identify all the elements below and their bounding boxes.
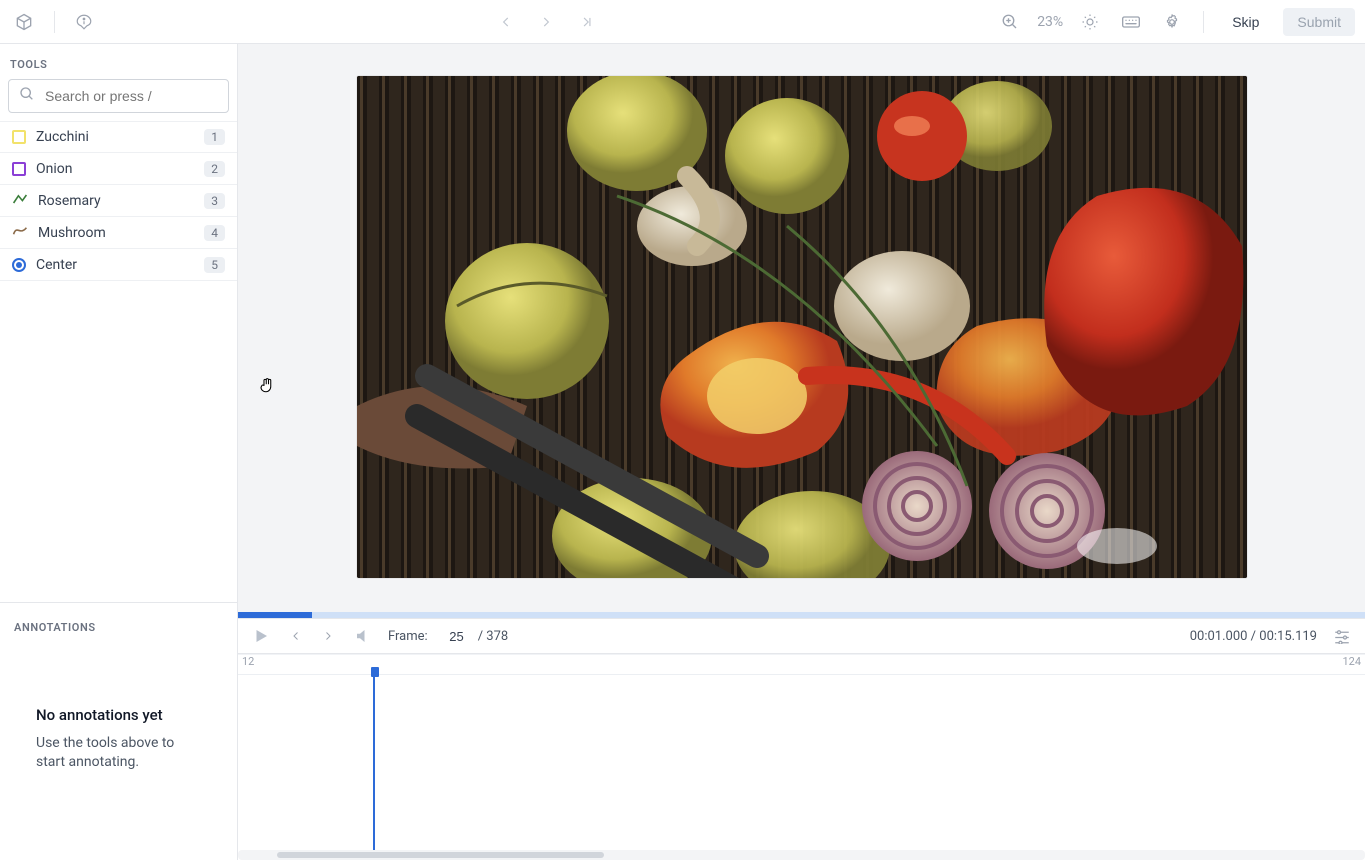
tools-section-label: TOOLS — [0, 44, 237, 79]
frame-input[interactable] — [440, 628, 466, 645]
tool-search[interactable] — [8, 79, 229, 113]
tool-item-onion[interactable]: Onion 2 — [0, 153, 237, 185]
playback-controls: Frame: / 378 00:01.000 / 00:15.119 — [238, 618, 1365, 654]
frame-label: Frame: — [388, 629, 428, 644]
timeline-settings-icon[interactable] — [1329, 624, 1355, 648]
global-progress[interactable] — [238, 612, 1365, 618]
tool-label: Center — [36, 257, 77, 273]
volume-icon[interactable] — [350, 623, 376, 649]
tool-hotkey: 3 — [204, 193, 225, 209]
brightness-icon[interactable] — [1077, 9, 1103, 35]
timeline[interactable]: 12 124 — [238, 654, 1365, 860]
nav-prev-icon[interactable] — [495, 11, 517, 33]
search-input[interactable] — [43, 87, 228, 105]
logo-cube-icon[interactable] — [10, 8, 38, 36]
box-swatch-icon — [12, 130, 26, 144]
box-swatch-icon — [12, 162, 26, 176]
keyboard-icon[interactable] — [1117, 10, 1145, 34]
point-icon — [12, 258, 26, 272]
next-frame-button[interactable] — [318, 626, 338, 646]
settings-gear-icon[interactable] — [1159, 9, 1185, 35]
submit-button: Submit — [1283, 8, 1355, 36]
tool-hotkey: 2 — [204, 161, 225, 177]
zoom-percent: 23% — [1037, 14, 1063, 30]
video-frame-image[interactable] — [357, 76, 1247, 578]
tool-label: Rosemary — [38, 193, 101, 209]
polyline-icon — [12, 192, 28, 210]
play-button[interactable] — [248, 623, 274, 649]
tool-label: Mushroom — [38, 225, 106, 241]
main-panel: Frame: / 378 00:01.000 / 00:15.119 12 12… — [238, 44, 1365, 860]
tool-item-zucchini[interactable]: Zucchini 1 — [0, 121, 237, 153]
empty-subtitle: Use the tools above to start annotating. — [36, 734, 201, 772]
ruler-start: 12 — [242, 655, 254, 668]
nav-end-icon[interactable] — [575, 11, 599, 33]
topbar: 23% Skip Submit — [0, 0, 1365, 44]
prev-frame-button[interactable] — [286, 626, 306, 646]
tool-item-rosemary[interactable]: Rosemary 3 — [0, 185, 237, 217]
freehand-icon — [12, 224, 28, 242]
tool-list: Zucchini 1 Onion 2 Rosemary 3 Mushroom 4 Center 5 — [0, 121, 237, 281]
skip-button[interactable]: Skip — [1222, 8, 1269, 36]
frame-total: / 378 — [478, 629, 509, 644]
pan-hand-cursor-icon — [258, 376, 276, 398]
sidebar: TOOLS Zucchini 1 Onion 2 Rosemary 3 Mushroom 4 C… — [0, 44, 238, 860]
playhead[interactable] — [373, 667, 375, 850]
tool-item-center[interactable]: Center 5 — [0, 249, 237, 281]
tool-hotkey: 5 — [204, 257, 225, 273]
time-display: 00:01.000 / 00:15.119 — [1190, 629, 1317, 644]
timeline-scrollbar[interactable] — [238, 850, 1365, 860]
search-icon — [19, 86, 35, 106]
annotations-empty-state: No annotations yet Use the tools above t… — [14, 706, 223, 772]
ruler-end: 124 — [1342, 655, 1361, 668]
tool-hotkey: 4 — [204, 225, 225, 241]
canvas-area[interactable] — [238, 44, 1365, 612]
tool-label: Onion — [36, 161, 72, 177]
zoom-in-icon[interactable] — [997, 9, 1023, 35]
divider — [54, 11, 55, 33]
tool-item-mushroom[interactable]: Mushroom 4 — [0, 217, 237, 249]
scrollbar-thumb[interactable] — [277, 852, 604, 858]
divider — [1203, 11, 1204, 33]
tool-hotkey: 1 — [204, 129, 225, 145]
empty-title: No annotations yet — [36, 706, 201, 724]
tool-label: Zucchini — [36, 129, 89, 145]
annotations-section-label: ANNOTATIONS — [14, 621, 223, 634]
info-icon[interactable] — [71, 9, 97, 35]
nav-next-icon[interactable] — [535, 11, 557, 33]
